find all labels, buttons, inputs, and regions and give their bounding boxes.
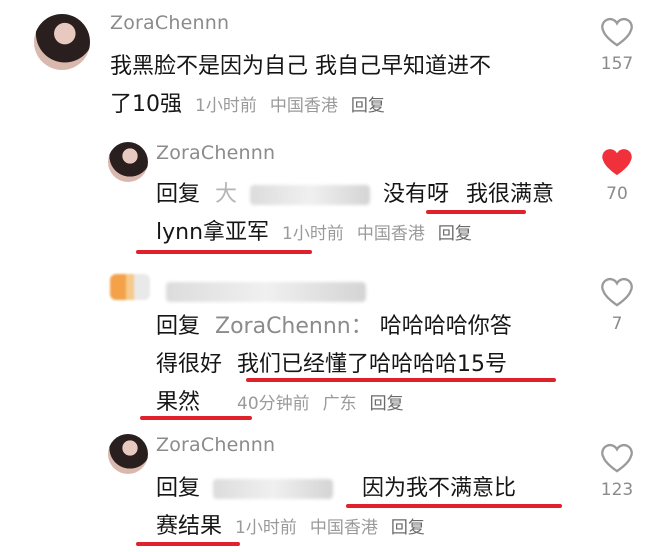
comment-location: 中国香港 <box>356 224 425 244</box>
like-count: 157 <box>600 54 634 74</box>
highlight-underline <box>346 504 562 508</box>
heart-outline-icon <box>601 277 633 307</box>
like-count: 7 <box>611 314 623 334</box>
like-button[interactable]: 157 <box>592 16 642 74</box>
comment-text-line: 回复 大 没有呀 我很满意 <box>156 176 554 214</box>
highlight-underline <box>136 542 240 546</box>
comment-time: 1小时前 <box>282 224 344 244</box>
comment-text-fragment: 我很满意 <box>466 182 555 207</box>
comment-time: 1小时前 <box>195 96 257 116</box>
reply-prefix: 回复 <box>156 476 201 501</box>
comment-text-line: 回复 因为我不满意比 <box>156 470 516 508</box>
comment-username[interactable]: ZoraChennn <box>156 434 275 456</box>
highlight-underline <box>426 210 526 214</box>
redacted-name <box>213 479 334 499</box>
like-count: 123 <box>600 480 634 500</box>
comment-text: 回复 因为我不满意比 赛结果 1小时前 中国香港 回复 <box>156 470 516 547</box>
comment-text-fragment: 赛结果 <box>156 514 223 539</box>
comment-text-line: 了10强 1小时前 中国香港 回复 <box>110 86 491 125</box>
avatar[interactable] <box>34 14 90 70</box>
avatar[interactable] <box>110 274 150 300</box>
like-button[interactable]: 70 <box>592 146 642 204</box>
comment-text-fragment: 没有呀 <box>383 182 450 207</box>
highlight-underline <box>136 250 312 254</box>
avatar[interactable] <box>108 142 148 182</box>
like-count: 70 <box>606 184 628 204</box>
comment-username[interactable]: ZoraChennn <box>156 142 275 164</box>
reply-prefix: 回复 <box>156 182 201 207</box>
avatar[interactable] <box>108 434 148 474</box>
comment-location: 中国香港 <box>309 518 378 538</box>
comment-text-fragment: 果然 <box>156 390 201 415</box>
comment-text-fragment: 了10强 <box>110 92 182 117</box>
comment-text-line: 回复 ZoraChennn： 哈哈哈哈你答 <box>156 308 512 346</box>
redacted-name <box>250 185 371 205</box>
reply-link[interactable]: 回复 <box>370 394 404 414</box>
like-button[interactable]: 123 <box>592 442 642 500</box>
highlight-underline <box>246 378 556 382</box>
like-button[interactable]: 7 <box>592 276 642 334</box>
comment-text-fragment: 哈哈哈哈你答 <box>379 314 512 339</box>
comment-time: 40分钟前 <box>237 394 310 414</box>
comment-location: 中国香港 <box>269 96 338 116</box>
reply-link[interactable]: 回复 <box>351 96 385 116</box>
reply-prefix: 回复 <box>156 314 201 339</box>
reply-to-name[interactable]: ZoraChennn： <box>215 314 373 339</box>
comment-text: 回复 大 没有呀 我很满意 lynn拿亚军 1小时前 中国香港 回复 <box>156 176 554 253</box>
comment-time: 1小时前 <box>235 518 297 538</box>
highlight-underline <box>140 416 252 420</box>
comment-text-fragment: lynn拿亚军 <box>156 220 270 245</box>
comment-username[interactable]: ZoraChennn <box>110 12 229 34</box>
redacted-username <box>166 282 366 302</box>
reply-link[interactable]: 回复 <box>391 518 425 538</box>
comment-text-fragment: 因为我不满意比 <box>362 476 517 501</box>
heart-outline-icon <box>601 443 633 473</box>
comment-location: 广东 <box>322 394 357 414</box>
reply-to-name[interactable]: 大 <box>215 182 237 207</box>
comment-text: 回复 ZoraChennn： 哈哈哈哈你答 得很好 我们已经懂了哈哈哈哈15号 … <box>156 308 512 423</box>
comment-text: 我黑脸不是因为自己 我自己早知道进不 了10强 1小时前 中国香港 回复 <box>110 48 491 125</box>
comment-text-line: lynn拿亚军 1小时前 中国香港 回复 <box>156 214 554 253</box>
heart-outline-icon <box>601 17 633 47</box>
heart-filled-icon <box>602 149 632 176</box>
comment-text-fragment: 得很好 <box>156 352 223 377</box>
reply-link[interactable]: 回复 <box>438 224 472 244</box>
comment-text-line: 我黑脸不是因为自己 我自己早知道进不 <box>110 54 491 79</box>
comment-text-fragment: 我们已经懂了哈哈哈哈15号 <box>237 352 508 377</box>
